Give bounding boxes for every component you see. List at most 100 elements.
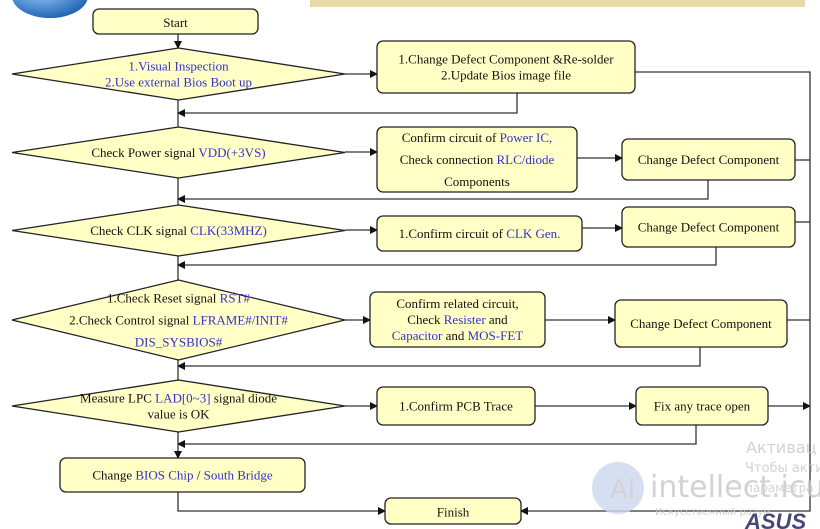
node-label-line: value is OK <box>147 407 210 422</box>
node-label-line: 2.Update Bios image file <box>441 68 571 83</box>
process-b9: Fix any trace open <box>635 386 769 426</box>
node-label-line: Start <box>163 15 188 30</box>
node-label-line: DIS_SYSBIOS# <box>135 335 223 350</box>
process-b5: Change Defect Component <box>621 206 796 248</box>
node-label-line: Check CLK signal CLK(33MHZ) <box>90 223 267 238</box>
svg-text:Ai: Ai <box>610 475 635 505</box>
label-text: Check connection <box>400 152 497 167</box>
node-label-line: Check Power signal VDD(+3VS) <box>91 145 265 160</box>
label-text: Change Defect Component <box>630 316 772 331</box>
svg-text:Активац: Активац <box>746 438 817 457</box>
node-label-line: 2.Use external Bios Boot up <box>105 75 252 90</box>
label-text: Start <box>163 15 188 30</box>
node-label-line: Check Resister and <box>407 312 508 327</box>
process-b4: 1.Confirm circuit of CLK Gen. <box>376 215 583 252</box>
process-b1: 1.Change Defect Component &Re-solder2.Up… <box>376 40 636 94</box>
highlighted-signal-text: 1.Visual Inspection <box>128 59 229 74</box>
decision-d1: 1.Visual Inspection2.Use external Bios B… <box>11 47 346 101</box>
label-text: 1.Change Defect Component &Re-solder <box>398 52 614 67</box>
label-text: and <box>486 312 509 327</box>
label-text: Confirm circuit of <box>402 130 500 145</box>
node-label-line: Confirm circuit of Power IC, <box>402 130 553 145</box>
process-b6: Confirm related circuit,Check Resister a… <box>369 291 546 348</box>
node-label-line: Capacitor and MOS-FET <box>392 328 524 343</box>
process-b10: Change BIOS Chip / South Bridge <box>59 457 306 493</box>
watermark: Ai intellect.icu Искусственный разум Акт… <box>592 438 820 529</box>
node-label-line: 2.Check Control signal LFRAME#/INIT# <box>69 313 288 328</box>
process-b2: Confirm circuit of Power IC,Check connec… <box>376 126 578 193</box>
label-text: 2.Check Control signal <box>69 313 193 328</box>
label-text: Change Defect Component <box>638 152 780 167</box>
decision-d2: Check Power signal VDD(+3VS) <box>11 126 346 179</box>
svg-text:параметра: параметра <box>745 481 814 495</box>
highlighted-signal-text: Capacitor <box>392 328 443 343</box>
highlighted-signal-text: Resister <box>444 312 487 327</box>
decision-d4: 1.Check Reset signal RST# 2.Check Control… <box>11 279 346 361</box>
label-text: Change Defect Component <box>638 220 780 235</box>
highlighted-signal-text: RLC/diode <box>496 152 554 167</box>
label-text: Finish <box>437 504 470 519</box>
highlighted-signal-text: BIOS Chip <box>135 468 193 483</box>
label-text: 2.Update Bios image file <box>441 68 571 83</box>
label-text: signal diode <box>211 391 278 406</box>
label-text: value is OK <box>147 407 210 422</box>
highlighted-signal-text: LFRAME#/INIT# <box>193 313 289 328</box>
node-label-line: 1.Change Defect Component &Re-solder <box>398 52 614 67</box>
node-label-line: Measure LPC LAD[0~3] signal diode <box>80 391 277 406</box>
label-text: Check CLK signal <box>90 223 190 238</box>
svg-text:Чтобы акти: Чтобы акти <box>745 461 820 476</box>
bios-troubleshooting-flowchart: Start 1.Visual Inspection2.Use external B… <box>11 0 820 529</box>
node-label-line: Fix any trace open <box>654 399 751 414</box>
label-text: 1.Confirm PCB Trace <box>399 399 513 414</box>
process-b8: 1.Confirm PCB Trace <box>376 386 536 426</box>
label-text: Change <box>92 468 135 483</box>
edges <box>174 34 811 515</box>
process-b7: Change Defect Component <box>614 299 788 348</box>
node-label-line: Change Defect Component <box>638 220 780 235</box>
node-label-line: Components <box>444 174 510 189</box>
decision-d3: Check CLK signal CLK(33MHZ) <box>11 204 346 257</box>
node-label-line: Change Defect Component <box>638 152 780 167</box>
label-text: Measure LPC <box>80 391 155 406</box>
label-text: / <box>194 468 204 483</box>
node-label-line: Change BIOS Chip / South Bridge <box>92 468 272 483</box>
connector-2 <box>177 93 518 117</box>
label-text: and <box>442 328 467 343</box>
process-b3: Change Defect Component <box>621 138 796 181</box>
highlighted-signal-text: RST# <box>220 291 251 306</box>
process-start: Start <box>92 8 259 35</box>
node-label-line: 1.Confirm PCB Trace <box>399 399 513 414</box>
label-text: Components <box>444 174 510 189</box>
highlighted-signal-text: South Bridge <box>204 468 273 483</box>
label-text: Check Power signal <box>91 145 198 160</box>
label-text: 1.Confirm circuit of <box>399 226 507 241</box>
highlighted-signal-text: CLK(33MHZ) <box>190 223 267 238</box>
process-finish: Finish <box>384 497 522 525</box>
nodes: Start 1.Visual Inspection2.Use external B… <box>11 8 796 525</box>
label-text: 1.Check Reset signal <box>107 291 220 306</box>
node-label-line: Confirm related circuit, <box>396 296 518 311</box>
node-label-line: Check connection RLC/diode <box>400 152 555 167</box>
highlighted-signal-text: CLK Gen. <box>506 226 560 241</box>
highlighted-signal-text: Power IC, <box>500 130 553 145</box>
highlighted-signal-text: MOS-FET <box>468 328 524 343</box>
node-label-line: Finish <box>437 504 470 519</box>
node-label-line: 1.Check Reset signal RST# <box>107 291 250 306</box>
decision-d5: Measure LPC LAD[0~3] signal diodevalue i… <box>11 379 346 433</box>
connector-17 <box>177 347 701 370</box>
highlighted-signal-text: DIS_SYSBIOS# <box>135 335 223 350</box>
node-label-line: 1.Confirm circuit of CLK Gen. <box>399 226 561 241</box>
globe-logo <box>12 0 88 18</box>
node-label-line: Change Defect Component <box>630 316 772 331</box>
header-band <box>310 0 805 7</box>
label-text: Confirm related circuit, <box>396 296 518 311</box>
label-text: Check <box>407 312 443 327</box>
highlighted-signal-text: 2.Use external Bios Boot up <box>105 75 252 90</box>
highlighted-signal-text: LAD[0~3] <box>155 391 210 406</box>
connector-25 <box>177 492 386 515</box>
highlighted-signal-text: VDD(+3VS) <box>198 145 265 160</box>
node-label-line: 1.Visual Inspection <box>128 59 229 74</box>
connector-22 <box>177 425 697 448</box>
label-text: Fix any trace open <box>654 399 751 414</box>
svg-text:ASUS: ASUS <box>744 509 806 529</box>
